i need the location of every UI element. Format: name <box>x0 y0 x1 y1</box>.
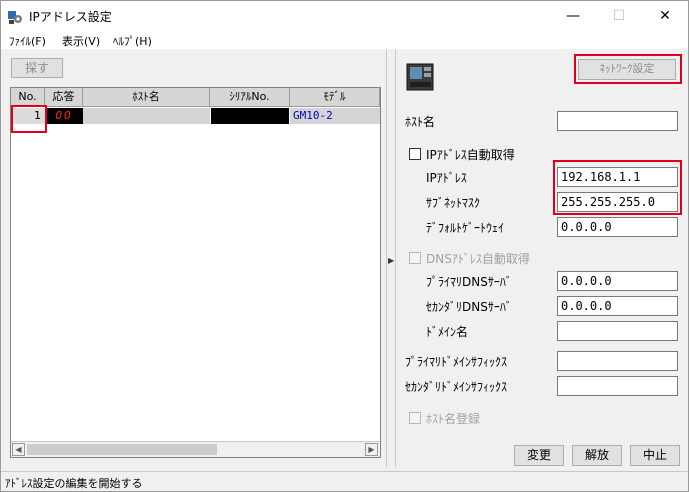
default-gateway-label: ﾃﾞﾌｫﾙﾄｹﾞｰﾄｳｪｲ <box>426 221 505 235</box>
host-name-label: ﾎｽﾄ名 <box>405 115 436 129</box>
row-host-cell <box>83 108 210 124</box>
subnet-mask-label: ｻﾌﾞﾈｯﾄﾏｽｸ <box>426 196 481 210</box>
minimize-button[interactable]: — <box>550 1 596 31</box>
change-button[interactable]: 変更 <box>514 445 564 466</box>
domain-name-input[interactable] <box>557 321 678 341</box>
menu-bar: ﾌｧｲﾙ(F) 表示(V) ﾍﾙﾌﾟ(H) <box>1 31 688 49</box>
primary-dns-input[interactable] <box>557 271 678 291</box>
column-header-model[interactable]: ﾓﾃﾞﾙ <box>290 88 380 107</box>
menu-help[interactable]: ﾍﾙﾌﾟ(H) <box>113 33 152 49</box>
secondary-suffix-label: ｾｶﾝﾀﾞﾘﾄﾞﾒｲﾝｻﾌｨｯｸｽ <box>405 380 508 394</box>
title-bar: IPアドレス設定 — ☐ ✕ <box>1 1 688 31</box>
status-text: ｱﾄﾞﾚｽ設定の編集を開始する <box>5 477 143 490</box>
ip-address-label: IPｱﾄﾞﾚｽ <box>426 171 467 185</box>
column-header-no[interactable]: No. <box>11 88 45 107</box>
device-icon <box>406 63 434 91</box>
host-register-checkbox[interactable] <box>409 412 421 424</box>
default-gateway-input[interactable] <box>557 217 678 237</box>
maximize-button[interactable]: ☐ <box>596 1 642 31</box>
secondary-dns-label: ｾｶﾝﾀﾞﾘDNSｻｰﾊﾞ <box>426 300 512 314</box>
subnet-mask-input[interactable] <box>557 192 678 212</box>
release-button[interactable]: 解放 <box>572 445 622 466</box>
row-response-cell: OO <box>45 108 83 124</box>
host-name-input[interactable] <box>557 111 678 131</box>
scroll-right-arrow-icon[interactable]: ▶ <box>365 443 378 456</box>
column-header-host-name[interactable]: ﾎｽﾄ名 <box>83 88 210 107</box>
row-no-cell: 1 <box>11 108 45 124</box>
column-header-response[interactable]: 応答 <box>45 88 83 107</box>
menu-view[interactable]: 表示(V) <box>62 33 100 49</box>
host-register-label: ﾎｽﾄ名登録 <box>426 412 481 426</box>
secondary-suffix-input[interactable] <box>557 376 678 396</box>
splitter-arrow-icon[interactable]: ▶ <box>388 256 394 265</box>
network-settings-button[interactable]: ﾈｯﾄﾜｰｸ設定 <box>578 59 676 80</box>
close-button[interactable]: ✕ <box>642 1 688 31</box>
secondary-dns-input[interactable] <box>557 296 678 316</box>
primary-suffix-label: ﾌﾟﾗｲﾏﾘﾄﾞﾒｲﾝｻﾌｨｯｸｽ <box>405 355 508 369</box>
ip-auto-checkbox[interactable] <box>409 148 421 160</box>
menu-file[interactable]: ﾌｧｲﾙ(F) <box>9 33 46 49</box>
window-title: IPアドレス設定 <box>29 10 112 24</box>
pane-splitter[interactable]: ▶ <box>386 50 396 467</box>
row-model-cell: GM10-2 <box>290 108 380 124</box>
horizontal-scrollbar[interactable]: ◀ ▶ <box>11 441 380 457</box>
domain-name-label: ﾄﾞﾒｲﾝ名 <box>426 325 469 339</box>
cancel-button[interactable]: 中止 <box>630 445 680 466</box>
primary-dns-label: ﾌﾟﾗｲﾏﾘDNSｻｰﾊﾞ <box>426 275 512 289</box>
dns-auto-checkbox[interactable] <box>409 252 421 264</box>
primary-suffix-input[interactable] <box>557 351 678 371</box>
network-settings-pane: ﾈｯﾄﾜｰｸ設定 ﾎｽﾄ名 IPｱﾄﾞﾚｽ自動取得 IPｱﾄﾞﾚｽ ｻﾌﾞﾈｯﾄ… <box>397 50 688 467</box>
app-icon <box>8 11 22 24</box>
dns-auto-label: DNSｱﾄﾞﾚｽ自動取得 <box>426 252 530 266</box>
row-serial-cell <box>211 108 289 124</box>
device-list-pane: 探す No. 応答 ﾎｽﾄ名 ｼﾘｱﾙNo. ﾓﾃﾞﾙ 1 OO GM10-2 … <box>1 50 385 467</box>
status-bar: ｱﾄﾞﾚｽ設定の編集を開始する <box>1 471 688 491</box>
scroll-thumb[interactable] <box>27 444 217 455</box>
ip-auto-label: IPｱﾄﾞﾚｽ自動取得 <box>426 148 515 162</box>
scroll-left-arrow-icon[interactable]: ◀ <box>12 443 25 456</box>
device-list[interactable]: No. 応答 ﾎｽﾄ名 ｼﾘｱﾙNo. ﾓﾃﾞﾙ 1 OO GM10-2 ◀ ▶ <box>10 87 381 458</box>
ip-address-settings-window: IPアドレス設定 — ☐ ✕ ﾌｧｲﾙ(F) 表示(V) ﾍﾙﾌﾟ(H) 探す … <box>0 0 689 492</box>
search-button[interactable]: 探す <box>11 58 63 78</box>
ip-address-input[interactable] <box>557 167 678 187</box>
column-header-serial-no[interactable]: ｼﾘｱﾙNo. <box>210 88 290 107</box>
